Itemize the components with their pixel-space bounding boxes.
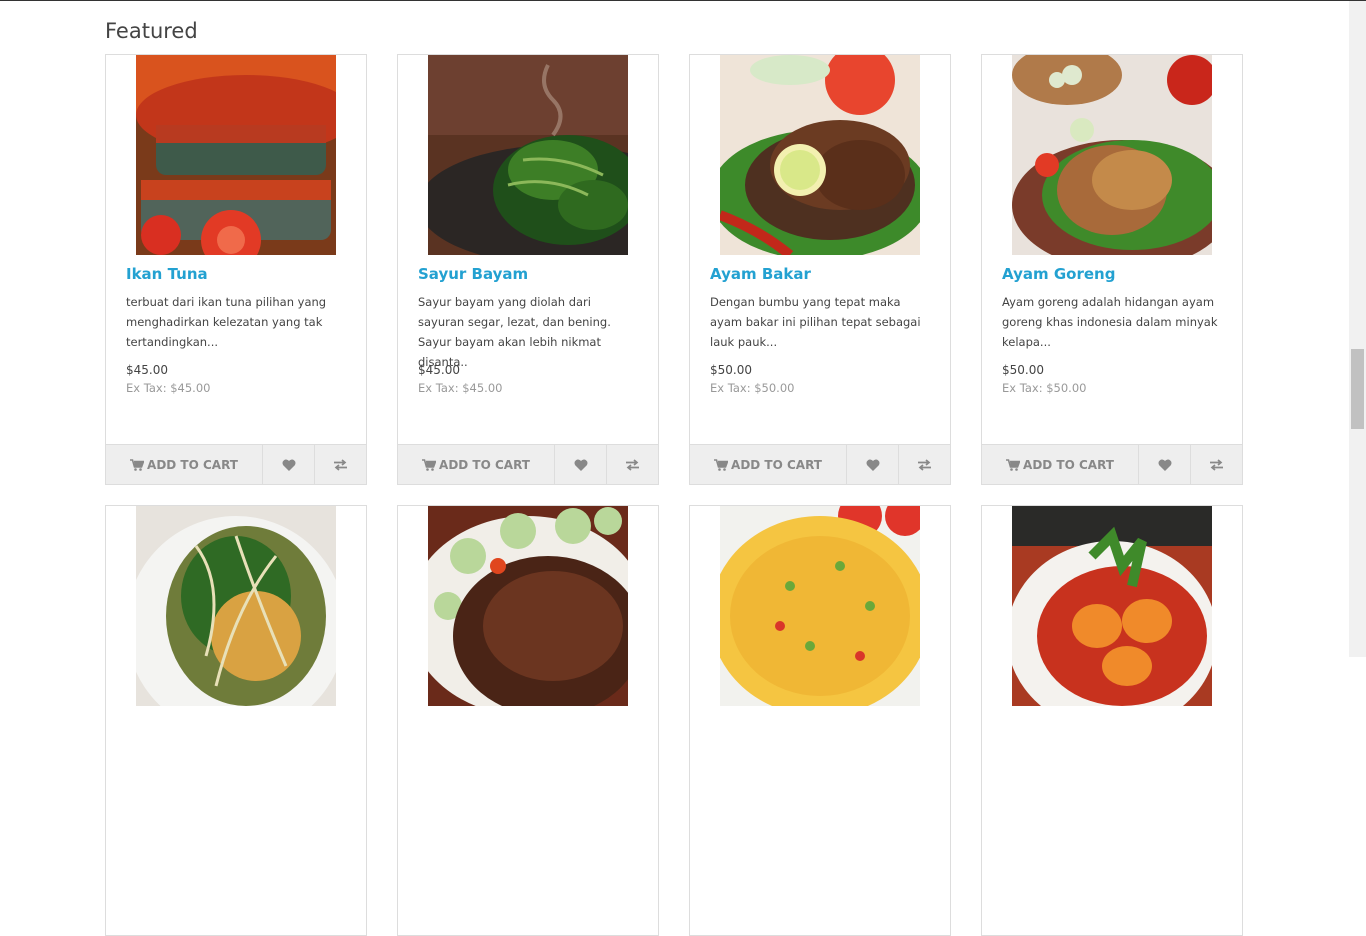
product-tax: Ex Tax: $50.00 <box>710 381 795 395</box>
heart-icon <box>282 459 295 471</box>
product-image[interactable] <box>428 506 628 706</box>
product-image[interactable] <box>720 506 920 706</box>
compare-button[interactable] <box>899 445 950 484</box>
product-card: Ayam Bakar Dengan bumbu yang tepat maka … <box>689 54 951 485</box>
compare-button[interactable] <box>1191 445 1242 484</box>
product-image[interactable] <box>136 55 336 255</box>
compare-arrows-icon <box>626 458 639 471</box>
product-description: Sayur bayam yang diolah dari sayuran seg… <box>418 295 611 369</box>
product-name[interactable]: Ayam Bakar <box>710 265 930 283</box>
wishlist-button[interactable] <box>263 445 315 484</box>
product-description: terbuat dari ikan tuna pilihan yang meng… <box>126 295 327 349</box>
add-to-cart-button[interactable]: ADD TO CART <box>398 445 555 484</box>
add-to-cart-button[interactable]: ADD TO CART <box>982 445 1139 484</box>
product-card <box>689 505 951 936</box>
product-price: $45.00 <box>126 363 168 377</box>
add-to-cart-label: ADD TO CART <box>731 457 822 472</box>
product-price: $50.00 <box>710 363 752 377</box>
wishlist-button[interactable] <box>555 445 607 484</box>
product-image[interactable] <box>136 506 336 706</box>
product-tax: Ex Tax: $50.00 <box>1002 381 1087 395</box>
heart-icon <box>1158 459 1171 471</box>
add-to-cart-label: ADD TO CART <box>147 457 238 472</box>
add-to-cart-button[interactable]: ADD TO CART <box>106 445 263 484</box>
compare-arrows-icon <box>334 458 347 471</box>
compare-arrows-icon <box>1210 458 1223 471</box>
product-image[interactable] <box>428 55 628 255</box>
product-card: Ayam Goreng Ayam goreng adalah hidangan … <box>981 54 1243 485</box>
product-actions: ADD TO CART <box>398 444 658 484</box>
compare-arrows-icon <box>918 458 931 471</box>
wishlist-button[interactable] <box>847 445 899 484</box>
product-card <box>981 505 1243 936</box>
product-card <box>105 505 367 936</box>
scrollbar-thumb[interactable] <box>1351 349 1364 429</box>
section-title: Featured <box>105 19 198 43</box>
product-actions: ADD TO CART <box>690 444 950 484</box>
product-tax: Ex Tax: $45.00 <box>418 381 503 395</box>
product-actions: ADD TO CART <box>106 444 366 484</box>
product-grid: Ikan Tuna terbuat dari ikan tuna pilihan… <box>105 54 1243 936</box>
heart-icon <box>574 459 587 471</box>
product-description: Ayam goreng adalah hidangan ayam goreng … <box>1002 295 1218 349</box>
product-actions: ADD TO CART <box>982 444 1242 484</box>
compare-button[interactable] <box>607 445 658 484</box>
product-name[interactable]: Ayam Goreng <box>1002 265 1222 283</box>
compare-button[interactable] <box>315 445 366 484</box>
product-name[interactable]: Ikan Tuna <box>126 265 346 283</box>
product-price: $50.00 <box>1002 363 1044 377</box>
product-card: Ikan Tuna terbuat dari ikan tuna pilihan… <box>105 54 367 485</box>
heart-icon <box>866 459 879 471</box>
product-image[interactable] <box>1012 55 1212 255</box>
product-image[interactable] <box>1012 506 1212 706</box>
add-to-cart-label: ADD TO CART <box>439 457 530 472</box>
product-card: Sayur Bayam Sayur bayam yang diolah dari… <box>397 54 659 485</box>
product-description: Dengan bumbu yang tepat maka ayam bakar … <box>710 295 921 349</box>
cart-icon <box>130 458 145 471</box>
product-price: $45.00 <box>418 363 460 377</box>
add-to-cart-label: ADD TO CART <box>1023 457 1114 472</box>
cart-icon <box>422 458 437 471</box>
product-image[interactable] <box>720 55 920 255</box>
wishlist-button[interactable] <box>1139 445 1191 484</box>
cart-icon <box>1006 458 1021 471</box>
product-name[interactable]: Sayur Bayam <box>418 265 638 283</box>
product-card <box>397 505 659 936</box>
product-tax: Ex Tax: $45.00 <box>126 381 211 395</box>
vertical-scrollbar[interactable] <box>1349 1 1366 657</box>
cart-icon <box>714 458 729 471</box>
add-to-cart-button[interactable]: ADD TO CART <box>690 445 847 484</box>
